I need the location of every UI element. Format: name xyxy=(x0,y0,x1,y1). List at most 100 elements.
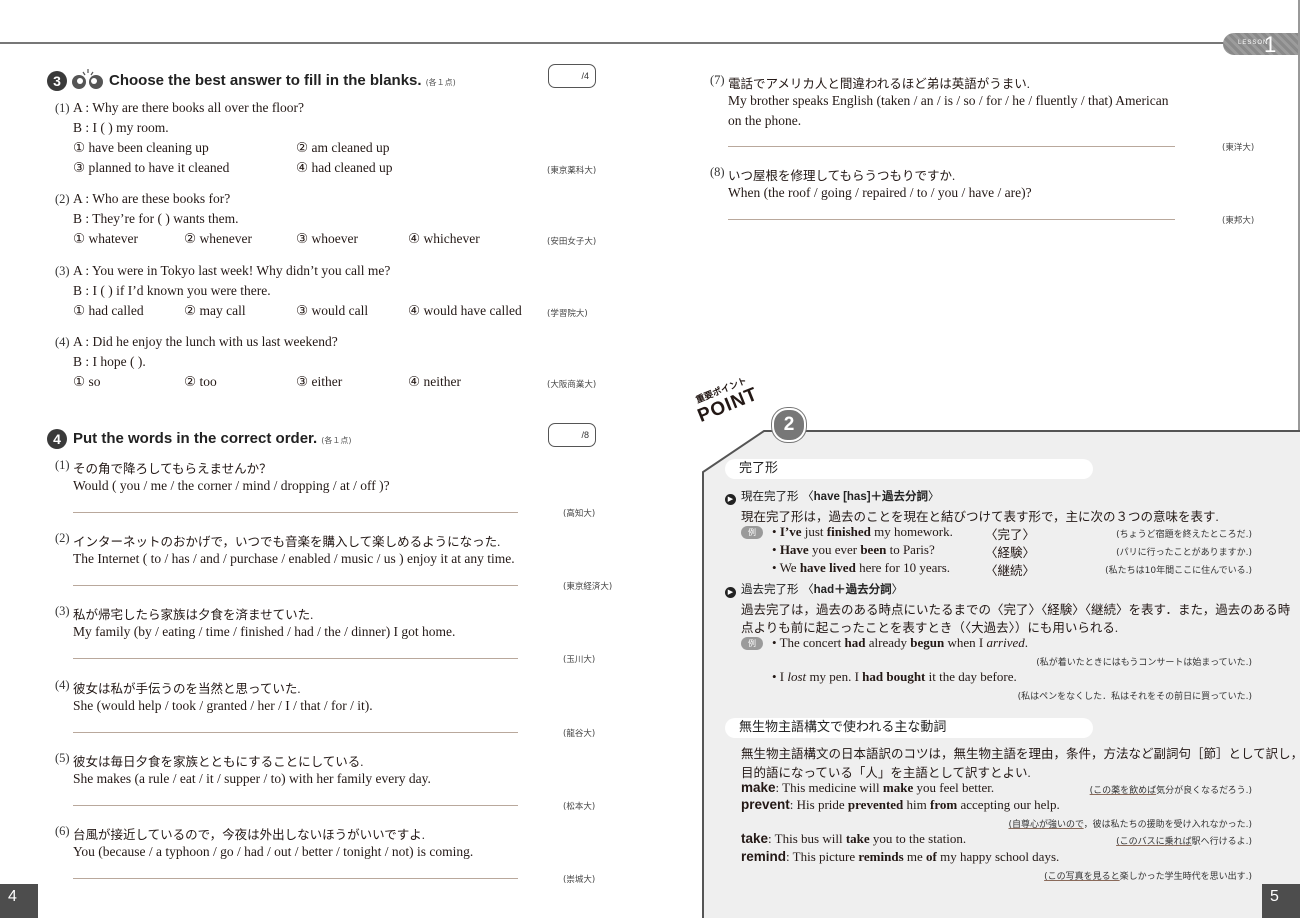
translation-rest: 駅へ行けるよ.) xyxy=(1191,837,1252,847)
item-number: (6) xyxy=(55,824,70,838)
page-number-left: 4 xyxy=(0,884,38,918)
text: you feel better. xyxy=(913,780,995,795)
translation-underlined: (自尊心が強いので xyxy=(1008,820,1084,830)
text: : This medicine will xyxy=(775,780,883,795)
verb-keyword: take xyxy=(741,831,769,846)
subheading-jp: 現在完了形 〈 xyxy=(741,489,814,503)
example-aspect-tag: 〈経験〉 xyxy=(985,546,1036,560)
item-number: (3) xyxy=(55,604,70,618)
point-number-badge: 2 xyxy=(774,410,804,440)
answer-line[interactable] xyxy=(73,805,518,806)
text: you to the station. xyxy=(869,831,967,846)
item-number: (5) xyxy=(55,751,70,765)
school-source: (大阪商業大) xyxy=(547,380,597,390)
page-number-right: 5 xyxy=(1262,884,1300,918)
answer-option: ③ either xyxy=(296,374,343,389)
answer-line[interactable] xyxy=(728,219,1175,220)
answer-option: ③ planned to have it cleaned xyxy=(73,160,230,175)
text: : His pride xyxy=(789,797,848,812)
japanese-sentence: その角で降ろしてもらえませんか？ xyxy=(73,462,272,476)
bold-text: been xyxy=(860,542,887,557)
italic-text: lost xyxy=(787,669,807,684)
subheading-formula: have [has]＋過去分詞 xyxy=(813,491,929,503)
school-source: (玉川大) xyxy=(563,655,596,665)
item-number: (2) xyxy=(55,531,70,545)
text: me xyxy=(903,849,927,864)
listening-icon xyxy=(72,69,103,89)
past-perfect-explanation-1: 過去完了は，過去のある時点にいたるまでの〈完了〉〈経験〉〈継続〉を表す．また，過… xyxy=(741,603,1291,617)
present-perfect-explanation: 現在完了形は，過去のことを現在と結びつけて表す形で，主に次の３つの意味を表す. xyxy=(741,510,1219,524)
answer-option: ② whenever xyxy=(184,231,252,246)
points-note: (各１点) xyxy=(321,436,352,445)
dialogue-b: B : I ( ) my room. xyxy=(73,120,169,135)
verb-keyword: make xyxy=(741,780,776,795)
dialogue-a: A : Did he enjoy the lunch with us last … xyxy=(73,334,338,349)
scrambled-sentence: When (the roof / going / repaired / to /… xyxy=(728,185,1032,200)
answer-option: ② may call xyxy=(184,303,246,318)
text: here for 10 years. xyxy=(855,560,951,575)
bold-text: from xyxy=(930,797,958,812)
answer-line[interactable] xyxy=(73,585,518,586)
verb-example: remind: This picture reminds me of my ha… xyxy=(741,849,1059,865)
section-3-title: Choose the best answer to fill in the bl… xyxy=(109,72,456,89)
school-source: (松本大) xyxy=(563,802,596,812)
example-aspect-tag: 〈継続〉 xyxy=(985,564,1036,578)
item-number: (3) xyxy=(55,264,70,278)
item-number: (7) xyxy=(710,73,725,87)
example-translation: (私が着いたときにはもうコンサートは始まっていた.) xyxy=(1036,658,1252,668)
play-bullet-icon: ▶ xyxy=(725,494,736,505)
japanese-sentence: 電話でアメリカ人と間違われるほど弟は英語がうまい. xyxy=(728,77,1030,91)
verb-translation: (この写真を見ると楽しかった学生時代を思い出す.) xyxy=(1044,869,1252,882)
text: to Paris? xyxy=(886,542,935,557)
point-banner: 重要ポイント POINT xyxy=(677,372,762,433)
bold-text: reminds xyxy=(858,849,904,864)
dialogue-b: B : They’re for ( ) wants them. xyxy=(73,211,239,226)
text: • xyxy=(772,542,780,557)
past-perfect-explanation-2: 点よりも前に起こったことを表すとき（〈大過去〉）にも用いられる. xyxy=(741,621,1119,635)
answer-option: ④ neither xyxy=(408,374,461,389)
answer-option: ② am cleaned up xyxy=(296,140,390,155)
section-4-title: Put the words in the correct order. (各１点) xyxy=(73,430,351,447)
answer-line[interactable] xyxy=(73,512,518,513)
section-3-score-box[interactable]: /4 xyxy=(548,64,596,88)
points-note: (各１点) xyxy=(425,78,456,87)
answer-option: ④ whichever xyxy=(408,231,480,246)
dialogue-b: B : I ( ) if I’d known you were there. xyxy=(73,283,271,298)
answer-option: ④ would have called xyxy=(408,303,522,318)
subheading-formula: had＋過去分詞 xyxy=(813,584,892,596)
topic-2-explanation-2: 目的語になっている「人」を主語として訳すとよい. xyxy=(741,766,1031,780)
japanese-sentence: 私が帰宅したら家族は夕食を済ませていた. xyxy=(73,608,314,622)
bold-text: take xyxy=(845,831,870,846)
section-4-title-text: Put the words in the correct order. xyxy=(73,430,318,447)
section-3-title-text: Choose the best answer to fill in the bl… xyxy=(109,72,422,89)
subheading-end: 〉 xyxy=(891,582,904,596)
answer-line[interactable] xyxy=(73,878,518,879)
answer-line[interactable] xyxy=(728,146,1175,147)
scrambled-sentence: She makes (a rule / eat / it / supper / … xyxy=(73,771,431,786)
point-number: 2 xyxy=(783,414,795,435)
text: when I xyxy=(944,635,987,650)
play-bullet-icon: ▶ xyxy=(725,587,736,598)
verb-example: prevent: His pride prevented him from ac… xyxy=(741,797,1060,813)
scrambled-sentence: My brother speaks English (taken / an / … xyxy=(728,93,1169,108)
top-rule xyxy=(0,42,1228,44)
text: • We xyxy=(772,560,800,575)
dialogue-b: B : I hope ( ). xyxy=(73,354,146,369)
answer-line[interactable] xyxy=(73,658,518,659)
answer-option: ① have been cleaning up xyxy=(73,140,209,155)
translation-rest: 気分が良くなるだろう.) xyxy=(1156,786,1252,796)
answer-option: ① had called xyxy=(73,303,144,318)
school-source: (学習院大) xyxy=(547,309,588,319)
answer-line[interactable] xyxy=(73,732,518,733)
verb-keyword: prevent xyxy=(741,797,790,812)
scrambled-sentence-cont: on the phone. xyxy=(728,113,802,128)
text: it the day before. xyxy=(925,669,1017,684)
bold-text: had bought xyxy=(862,669,926,684)
verb-translation: (この薬を飲めば気分が良くなるだろう.) xyxy=(1090,783,1252,796)
section-4-score-box[interactable]: /8 xyxy=(548,423,596,447)
japanese-sentence: 彼女は毎日夕食を家族とともにすることにしている. xyxy=(73,755,364,769)
school-source: (高知大) xyxy=(563,509,596,519)
dialogue-a: A : You were in Tokyo last week! Why did… xyxy=(73,263,391,278)
item-number: (1) xyxy=(55,458,70,472)
text: my happy school days. xyxy=(936,849,1060,864)
